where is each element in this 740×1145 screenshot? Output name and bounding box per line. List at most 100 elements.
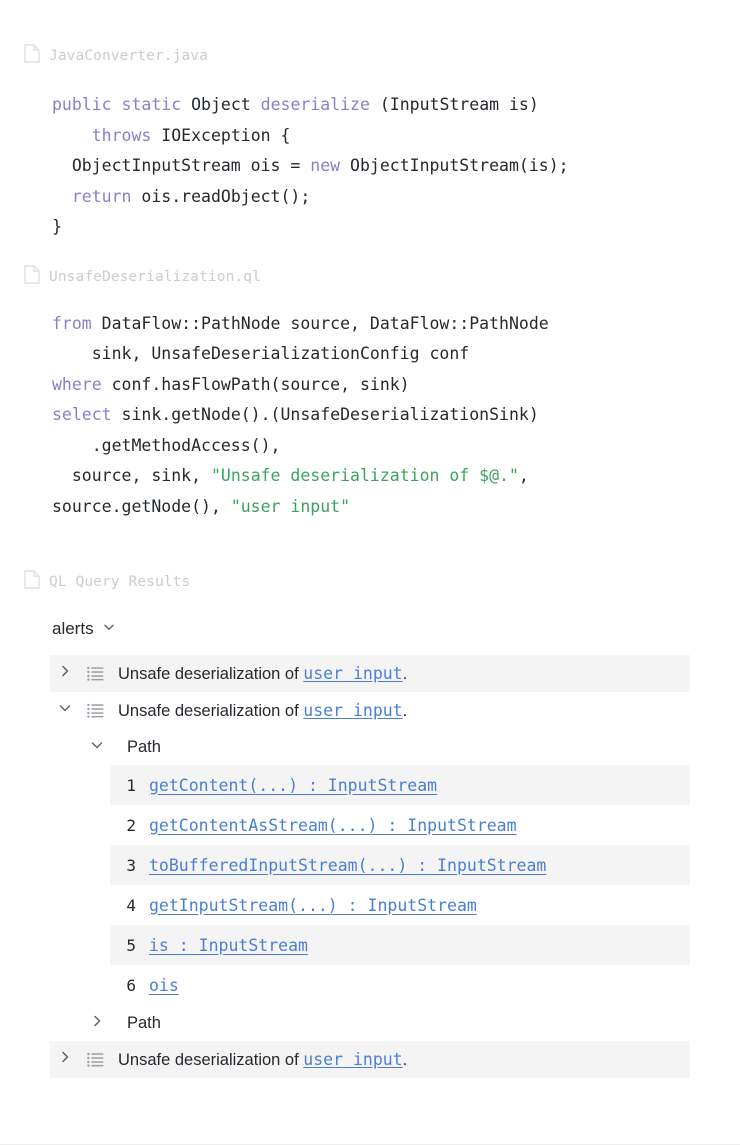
list-icon: [80, 666, 110, 681]
document-icon: [24, 570, 40, 594]
code-text: sink.getNode().(UnsafeDeserializationSin…: [111, 405, 539, 424]
path-step-link[interactable]: ois: [136, 976, 179, 995]
code-keyword: new: [310, 156, 341, 175]
code-text: source.getNode(),: [52, 496, 231, 516]
list-icon: [80, 1052, 110, 1067]
code-line: throws IOException {: [52, 121, 740, 152]
code-text: .getMethodAccess(),: [52, 435, 281, 455]
code-text: conf.hasFlowPath(source, sink): [101, 374, 410, 394]
document-icon: [24, 264, 40, 289]
path-step-index: 4: [126, 895, 136, 915]
alert-message: Unsafe deserialization of user input.: [118, 700, 408, 720]
code-line: public static Object deserialize (InputS…: [52, 90, 740, 121]
code-string: "user input": [230, 496, 351, 516]
path-step-link[interactable]: toBufferedInputStream(...) : InputStream: [136, 856, 546, 875]
code-line: source.getNode(), "user input": [52, 492, 740, 523]
alert-twisty[interactable]: [50, 700, 80, 721]
alert-source-link[interactable]: user input: [303, 664, 402, 683]
file-label-results: QL Query Results: [0, 570, 740, 594]
path-step-index: 1: [126, 775, 136, 795]
code-keyword: public: [52, 95, 112, 114]
alert-twisty[interactable]: [50, 1049, 80, 1070]
chevron-right-icon: [89, 1013, 105, 1034]
query-results-panel: alerts Unsafe deserialization of user in…: [0, 614, 740, 1078]
path-step-index: 2: [126, 815, 136, 835]
code-keyword: from: [52, 313, 92, 333]
list-icon: [80, 703, 110, 718]
code-line: where conf.hasFlowPath(source, sink): [52, 370, 740, 401]
file-label-ql: UnsafeDeserialization.ql: [0, 264, 740, 289]
code-text: sink, UnsafeDeserializationConfig conf: [52, 344, 470, 363]
path-step-row[interactable]: 3 toBufferedInputStream(...) : InputStre…: [110, 845, 690, 885]
file-label-java: JavaConverter.java: [0, 44, 740, 68]
path-step-link[interactable]: getContentAsStream(...) : InputStream: [136, 816, 517, 835]
code-line: }: [52, 212, 740, 243]
code-text: DataFlow::PathNode source, DataFlow::Pat…: [91, 313, 549, 333]
path-step-row[interactable]: 6 ois: [110, 965, 690, 1005]
path-step-link[interactable]: getContent(...) : InputStream: [136, 776, 437, 795]
path-group-header[interactable]: Path: [84, 729, 740, 765]
file-name-java: JavaConverter.java: [49, 48, 208, 64]
code-line: select sink.getNode().(UnsafeDeserializa…: [52, 400, 740, 431]
document-icon: [24, 44, 40, 68]
code-keyword: where: [52, 374, 102, 394]
file-name-ql: UnsafeDeserialization.ql: [49, 268, 261, 285]
chevron-right-icon: [57, 663, 73, 684]
path-step-row[interactable]: 5 is : InputStream: [110, 925, 690, 965]
code-line: .getMethodAccess(),: [52, 431, 740, 462]
path-twisty[interactable]: [84, 1013, 110, 1034]
code-text: source, sink,: [52, 466, 211, 485]
code-text: ObjectInputStream(is);: [340, 156, 569, 175]
code-keyword: static: [121, 95, 182, 114]
code-text: ObjectInputStream ois =: [52, 156, 311, 175]
alert-row[interactable]: Unsafe deserialization of user input.: [50, 655, 690, 692]
code-text: }: [52, 217, 62, 236]
path-step-index: 3: [126, 855, 136, 875]
code-keyword: return: [71, 186, 132, 206]
path-group-header[interactable]: Path: [84, 1005, 740, 1041]
code-line: ObjectInputStream ois = new ObjectInputS…: [52, 151, 740, 182]
path-twisty[interactable]: [84, 737, 110, 758]
file-name-results: QL Query Results: [49, 574, 191, 590]
alert-source-link[interactable]: user input: [303, 701, 402, 720]
alert-message: Unsafe deserialization of user input.: [118, 663, 408, 683]
code-keyword: throws: [91, 125, 152, 145]
code-line: sink, UnsafeDeserializationConfig conf: [52, 339, 740, 370]
path-label: Path: [127, 737, 161, 756]
alert-twisty[interactable]: [50, 663, 80, 684]
alerts-list: Unsafe deserialization of user input. Un…: [0, 655, 740, 1078]
path-step-index: 6: [126, 975, 136, 995]
path-step-row[interactable]: 4 getInputStream(...) : InputStream: [110, 885, 690, 925]
path-step-link[interactable]: getInputStream(...) : InputStream: [136, 896, 477, 915]
code-text: Object: [181, 95, 261, 114]
path-step-row[interactable]: 2 getContentAsStream(...) : InputStream: [110, 805, 690, 845]
chevron-down-icon: [102, 620, 116, 639]
chevron-down-icon: [89, 737, 105, 758]
code-keyword: select: [52, 405, 112, 424]
code-text: ,: [518, 466, 529, 485]
code-line: return ois.readObject();: [52, 182, 740, 213]
alert-source-link[interactable]: user input: [303, 1050, 402, 1069]
path-step-row[interactable]: 1 getContent(...) : InputStream: [110, 765, 690, 805]
ql-code-block: from DataFlow::PathNode source, DataFlow…: [0, 309, 740, 523]
path-step-link[interactable]: is : InputStream: [136, 936, 308, 955]
java-code-block: public static Object deserialize (InputS…: [0, 90, 740, 243]
code-line: source, sink, "Unsafe deserialization of…: [52, 461, 740, 492]
path-step-index: 5: [126, 935, 136, 955]
code-string: "Unsafe deserialization of $@.": [210, 466, 519, 485]
code-text: IOException {: [151, 125, 291, 145]
alert-message: Unsafe deserialization of user input.: [118, 1049, 408, 1069]
alert-row[interactable]: Unsafe deserialization of user input.: [50, 692, 690, 729]
alert-row[interactable]: Unsafe deserialization of user input.: [50, 1041, 690, 1078]
path-label: Path: [127, 1013, 161, 1032]
code-text: (InputStream is): [369, 95, 539, 114]
ql-results-page: JavaConverter.java public static Object …: [0, 0, 740, 1145]
alerts-selector[interactable]: alerts: [0, 614, 740, 644]
chevron-down-icon: [57, 700, 73, 721]
chevron-right-icon: [57, 1049, 73, 1070]
code-text: ois.readObject();: [131, 186, 311, 206]
alerts-selector-label: alerts: [52, 619, 94, 638]
